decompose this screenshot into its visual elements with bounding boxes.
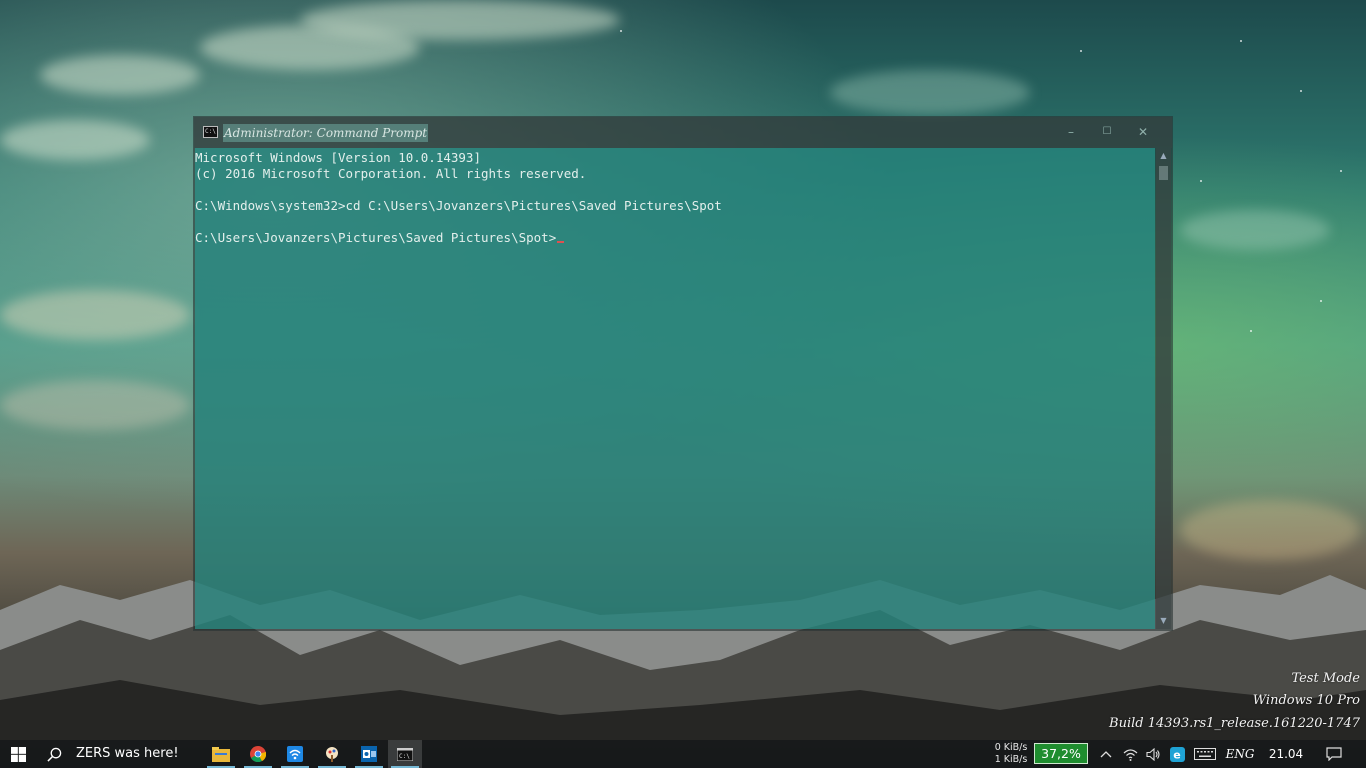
outlook-icon[interactable] (352, 740, 386, 768)
console-output[interactable]: Microsoft Windows [Version 10.0.14393] (… (195, 148, 1155, 629)
console-icon[interactable]: C:\ (203, 126, 218, 138)
input-language-indicator[interactable]: ENG (1226, 740, 1255, 768)
watermark-line: Build 14393.rs1_release.161220-1747 (1109, 715, 1360, 731)
title-bar[interactable]: C:\ Administrator: Command Prompt – ☐ ✕ (194, 117, 1172, 148)
text-cursor (557, 241, 565, 243)
download-speed: 1 KiB/s (994, 754, 1028, 765)
window-title: Administrator: Command Prompt (223, 124, 429, 142)
battery-meter[interactable]: 37,2% (1034, 743, 1088, 764)
command-prompt-icon[interactable]: C:\ (388, 740, 422, 768)
paint-app-icon[interactable] (315, 740, 349, 768)
start-button[interactable] (0, 740, 36, 768)
maximize-button[interactable]: ☐ (1092, 121, 1122, 143)
svg-text:C:\: C:\ (399, 753, 410, 760)
command-prompt-window[interactable]: C:\ Administrator: Command Prompt – ☐ ✕ … (194, 117, 1172, 630)
edge-browser-icon[interactable]: e (1166, 740, 1188, 768)
show-hidden-icons-chevron-icon[interactable] (1095, 740, 1117, 768)
scroll-up-arrow-icon[interactable]: ▲ (1156, 148, 1171, 164)
taskbar-clock[interactable]: 21.04 (1264, 740, 1308, 768)
wifi-icon[interactable] (1119, 740, 1141, 768)
watermark-line: Test Mode (1291, 670, 1360, 686)
scroll-thumb[interactable] (1159, 166, 1168, 180)
scroll-down-arrow-icon[interactable]: ▼ (1156, 613, 1171, 629)
network-speed-meter: 0 KiB/s 1 KiB/s (992, 740, 1030, 768)
touch-keyboard-icon[interactable] (1192, 740, 1218, 768)
svg-text:e: e (1173, 748, 1180, 761)
console-line: (c) 2016 Microsoft Corporation. All righ… (195, 166, 587, 181)
taskbar: ZERS was here! C:\ 0 KiB/s 1 KiB/s 37,2%… (0, 740, 1366, 768)
upload-speed: 0 KiB/s (994, 742, 1028, 753)
file-explorer-icon[interactable] (204, 740, 238, 768)
volume-icon[interactable] (1142, 740, 1164, 768)
console-prompt-line[interactable]: C:\Users\Jovanzers\Pictures\Saved Pictur… (195, 230, 1155, 246)
close-button[interactable]: ✕ (1128, 121, 1158, 143)
search-box[interactable]: ZERS was here! (76, 740, 179, 768)
console-prompt: C:\Users\Jovanzers\Pictures\Saved Pictur… (195, 230, 557, 245)
chrome-icon[interactable] (241, 740, 275, 768)
console-line: Microsoft Windows [Version 10.0.14393] (195, 150, 481, 165)
console-line: C:\Windows\system32>cd C:\Users\Jovanzer… (195, 198, 722, 213)
watermark-line: Windows 10 Pro (1252, 693, 1360, 708)
minimize-button[interactable]: – (1056, 121, 1086, 143)
action-center-icon[interactable] (1320, 740, 1348, 768)
search-icon[interactable] (42, 740, 66, 768)
windows-logo-icon (10, 746, 26, 762)
network-app-icon[interactable] (278, 740, 312, 768)
test-mode-watermark: Test Mode Windows 10 Pro Build 14393.rs1… (1109, 668, 1360, 736)
vertical-scrollbar[interactable]: ▲ ▼ (1156, 148, 1171, 629)
